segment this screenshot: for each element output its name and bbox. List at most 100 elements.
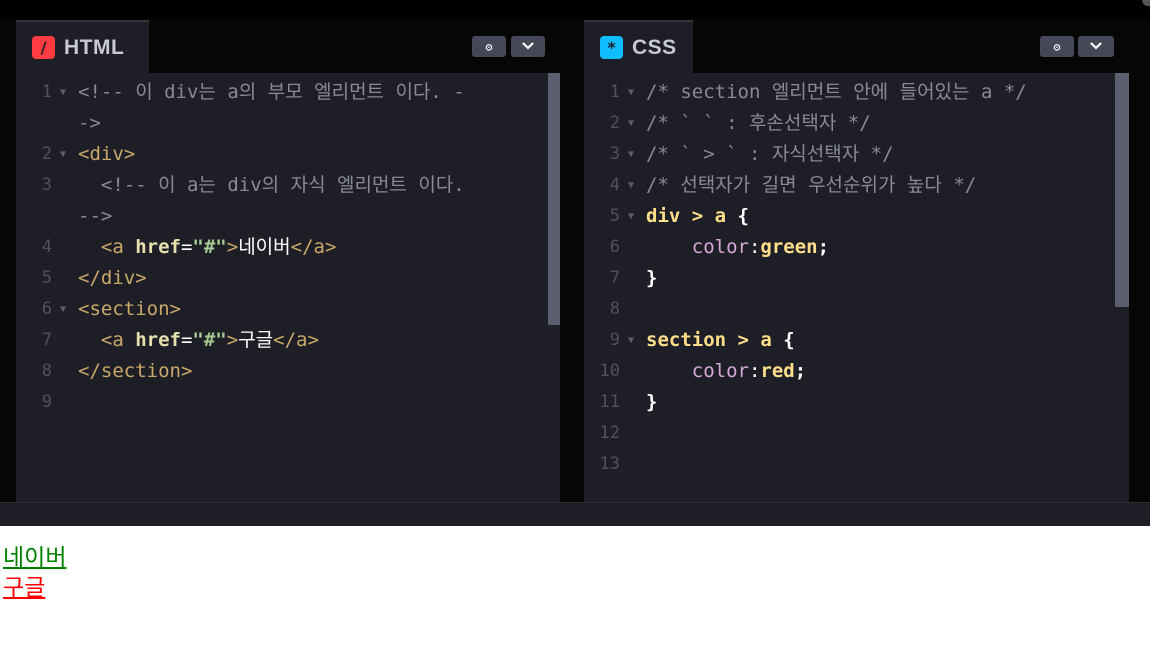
code-token: color (646, 236, 749, 258)
html-editor-tab[interactable]: / HTML (16, 20, 149, 73)
code-token: 네이버 (238, 236, 291, 258)
code-line[interactable]: 7} (584, 263, 1129, 294)
code-line[interactable]: 8 (584, 294, 1129, 325)
code-text: <section> (78, 294, 181, 325)
code-line[interactable]: 9 ▼ section > a { (584, 325, 1129, 356)
code-token: /* section 엘리먼트 안에 들어있는 a */ (646, 81, 1027, 103)
css-editor-panel: * CSS ⚙ 1 ▼ /* section 엘리먼트 안에 들어있는 a */ 2 ▼… (584, 20, 1129, 502)
code-line[interactable]: 2 ▼ <div> (16, 139, 560, 170)
preview-resize-bar[interactable] (0, 502, 1150, 526)
fold-arrow-icon[interactable]: ▼ (626, 139, 636, 170)
code-text: <a href="#">구글</a> (78, 325, 319, 356)
code-token: 구글 (238, 329, 274, 351)
code-token: </a> (290, 236, 337, 258)
code-line[interactable]: 9 (16, 387, 560, 418)
css-collapse-button[interactable] (1078, 36, 1114, 57)
code-line[interactable]: 8 </section> (16, 356, 560, 387)
code-line[interactable]: 6 color:green; (584, 232, 1129, 263)
code-line[interactable]: 4 ▼ /* 선택자가 길면 우선순위가 높다 */ (584, 170, 1129, 201)
code-line[interactable]: 6 ▼ <section> (16, 294, 560, 325)
code-line[interactable]: 5 </div> (16, 263, 560, 294)
code-line[interactable]: 3 <!-- 이 a는 div의 자식 엘리먼트 이다. (16, 170, 560, 201)
code-line[interactable]: --> (16, 201, 560, 232)
code-token: /* ` > ` : 자식선택자 */ (646, 143, 894, 165)
line-number: 2 (41, 144, 52, 164)
line-number: 10 (599, 361, 620, 381)
code-line[interactable]: 12 (584, 418, 1129, 449)
code-token: } (646, 267, 658, 289)
code-text: -> (78, 108, 101, 139)
code-text: <!-- 이 a는 div의 자식 엘리먼트 이다. (78, 170, 465, 201)
css-panel-header: * CSS ⚙ (584, 20, 1129, 73)
code-line[interactable]: 3 ▼ /* ` > ` : 자식선택자 */ (584, 139, 1129, 170)
editor-workspace: / HTML ⚙ 1 ▼ <!-- 이 div는 a의 부모 엘리먼트 이다. - -… (0, 20, 1150, 502)
code-line[interactable]: 5 ▼ div > a { (584, 201, 1129, 232)
code-token: </a> (273, 329, 319, 351)
fold-arrow-icon[interactable]: ▼ (626, 201, 636, 232)
html-editor-scrollbar[interactable] (548, 73, 560, 325)
line-number: 3 (41, 175, 52, 195)
fold-arrow-icon[interactable]: ▼ (626, 170, 636, 201)
html-editor-title: HTML (64, 35, 125, 59)
code-text: } (646, 387, 657, 418)
code-text: section > a { (646, 325, 795, 356)
code-token: <div> (78, 143, 136, 165)
naver-link[interactable]: 네이버 (3, 538, 66, 572)
code-line[interactable]: 1 ▼ <!-- 이 div는 a의 부모 엘리먼트 이다. - (16, 77, 560, 108)
code-line[interactable]: 7 <a href="#">구글</a> (16, 325, 560, 356)
line-number: 1 (609, 82, 620, 102)
code-text: div > a { (646, 201, 749, 232)
code-token: green (760, 236, 818, 258)
code-token: : (748, 360, 761, 382)
fold-arrow-icon[interactable]: ▼ (58, 139, 68, 170)
code-token: } (646, 391, 658, 413)
gear-icon: ⚙ (485, 39, 493, 54)
code-text: --> (78, 201, 112, 232)
top-bar (0, 0, 1150, 21)
fold-arrow-icon[interactable]: ▼ (58, 294, 68, 325)
line-number: 5 (41, 268, 52, 288)
code-token: </div> (78, 267, 147, 289)
code-token: > (226, 329, 239, 351)
html-settings-button[interactable]: ⚙ (472, 36, 506, 57)
html-editor-panel: / HTML ⚙ 1 ▼ <!-- 이 div는 a의 부모 엘리먼트 이다. - -… (16, 20, 560, 502)
code-token: href (135, 236, 181, 258)
fold-arrow-icon[interactable]: ▼ (58, 77, 68, 108)
code-token: <!-- 이 a는 div의 자식 엘리먼트 이다. (78, 174, 465, 196)
code-token: -> (78, 112, 101, 134)
line-number: 3 (609, 144, 620, 164)
css-editor-scrollbar[interactable] (1115, 73, 1129, 307)
code-text: color:green; (646, 232, 829, 263)
code-line[interactable]: 4 <a href="#">네이버</a> (16, 232, 560, 263)
code-text: color:red; (646, 356, 806, 387)
css-code-editor[interactable]: 1 ▼ /* section 엘리먼트 안에 들어있는 a */ 2 ▼ /* ` ` :… (584, 73, 1129, 502)
code-line[interactable]: 11} (584, 387, 1129, 418)
code-token: > (226, 236, 239, 258)
line-number: 8 (41, 361, 52, 381)
code-line[interactable]: 13 (584, 449, 1129, 480)
code-text: <a href="#">네이버</a> (78, 232, 337, 263)
html-code-editor[interactable]: 1 ▼ <!-- 이 div는 a의 부모 엘리먼트 이다. - -> 2 ▼ <div> 3… (16, 73, 560, 502)
code-line[interactable]: 2 ▼ /* ` ` : 후손선택자 */ (584, 108, 1129, 139)
fold-arrow-icon[interactable]: ▼ (626, 325, 636, 356)
line-number: 9 (609, 330, 620, 350)
code-token: <a (78, 236, 136, 258)
code-line[interactable]: -> (16, 108, 560, 139)
css-settings-button[interactable]: ⚙ (1040, 36, 1074, 57)
code-line[interactable]: 10 color:red; (584, 356, 1129, 387)
fold-arrow-icon[interactable]: ▼ (626, 77, 636, 108)
css-editor-tab[interactable]: * CSS (584, 20, 693, 73)
line-number: 7 (41, 330, 52, 350)
resize-handle[interactable] (1142, 0, 1150, 6)
code-token: : (748, 236, 761, 258)
code-token: "#" (192, 329, 227, 351)
html-collapse-button[interactable] (511, 36, 545, 57)
line-number: 12 (599, 423, 620, 443)
code-token: = (180, 236, 193, 258)
line-number: 13 (599, 454, 620, 474)
code-text: /* 선택자가 길면 우선순위가 높다 */ (646, 170, 976, 201)
code-line[interactable]: 1 ▼ /* section 엘리먼트 안에 들어있는 a */ (584, 77, 1129, 108)
code-token: <a (78, 329, 136, 351)
fold-arrow-icon[interactable]: ▼ (626, 108, 636, 139)
google-link[interactable]: 구글 (3, 568, 45, 602)
